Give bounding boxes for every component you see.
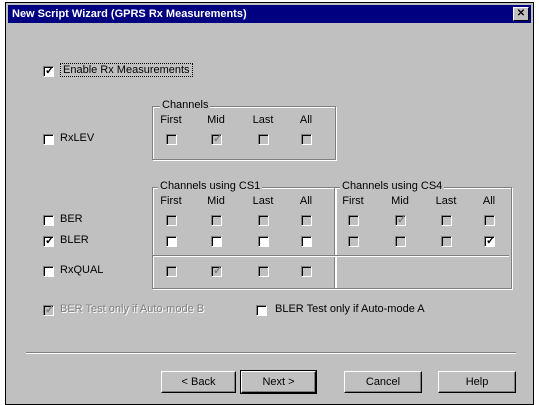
- dialog-title: New Script Wizard (GPRS Rx Measurements): [12, 8, 247, 20]
- close-icon[interactable]: ✕: [513, 7, 529, 21]
- col-first: First: [160, 114, 182, 126]
- ber-cs4-first-checkbox[interactable]: [348, 215, 359, 226]
- bler-test-checkbox[interactable]: [256, 305, 267, 316]
- cs1-group-title: Channels using CS1: [158, 180, 263, 192]
- cs1-col-first: First: [160, 195, 182, 207]
- rxqual-first-checkbox[interactable]: [166, 266, 177, 277]
- bler-checkbox[interactable]: ✓: [43, 235, 54, 247]
- bler-cs4-last-checkbox[interactable]: [441, 236, 452, 247]
- rxlev-label: RxLEV: [60, 132, 95, 144]
- help-button[interactable]: Help: [438, 371, 516, 393]
- ber-cs4-all-checkbox[interactable]: [484, 215, 495, 226]
- bler-label: BLER: [60, 234, 89, 246]
- bler-test-label: BLER Test only if Auto-mode A: [275, 303, 425, 315]
- cs4-group-title: Channels using CS4: [340, 180, 445, 192]
- cs4-col-first: First: [342, 195, 364, 207]
- enable-rx-checkbox[interactable]: ✓: [43, 65, 54, 77]
- bler-cs1-all-checkbox[interactable]: [301, 236, 312, 247]
- cs1-col-mid: Mid: [207, 195, 225, 207]
- button-separator: [26, 352, 516, 354]
- ber-cs1-first-checkbox[interactable]: [166, 215, 177, 226]
- cs4-col-mid: Mid: [391, 195, 409, 207]
- bler-cs4-all-checkbox[interactable]: ✓: [484, 235, 495, 247]
- rxqual-mid-checkbox[interactable]: ✓: [211, 265, 222, 277]
- rxqual-all-checkbox[interactable]: [301, 266, 312, 277]
- cs4-col-all: All: [482, 195, 496, 207]
- bler-cs1-first-checkbox[interactable]: [166, 236, 177, 247]
- rxqual-separator: [153, 255, 509, 257]
- enable-rx-label: Enable Rx Measurements: [60, 63, 193, 77]
- col-mid: Mid: [207, 114, 225, 126]
- rxlev-checkbox[interactable]: [43, 134, 54, 145]
- col-all: All: [299, 114, 313, 126]
- col-last: Last: [252, 114, 274, 126]
- rxlev-last-checkbox[interactable]: [258, 134, 269, 145]
- back-button[interactable]: < Back: [161, 371, 236, 393]
- rxqual-last-checkbox[interactable]: [258, 266, 269, 277]
- cs4-col-last: Last: [435, 195, 457, 207]
- ber-test-checkbox[interactable]: ✓: [43, 304, 54, 316]
- bler-cs4-mid-checkbox[interactable]: [395, 236, 406, 247]
- cancel-button[interactable]: Cancel: [344, 371, 422, 393]
- ber-cs4-mid-checkbox[interactable]: ✓: [395, 214, 406, 226]
- ber-cs4-last-checkbox[interactable]: [441, 215, 452, 226]
- channels-group-title: Channels: [160, 99, 211, 111]
- rxqual-label: RxQUAL: [60, 264, 104, 276]
- rxqual-checkbox[interactable]: [43, 266, 54, 277]
- wizard-dialog: New Script Wizard (GPRS Rx Measurements)…: [5, 2, 534, 405]
- ber-cs1-all-checkbox[interactable]: [301, 215, 312, 226]
- rxlev-first-checkbox[interactable]: [166, 134, 177, 145]
- bler-cs1-last-checkbox[interactable]: [258, 236, 269, 247]
- ber-cs1-mid-checkbox[interactable]: [211, 215, 222, 226]
- cs1-col-last: Last: [252, 195, 274, 207]
- ber-cs1-last-checkbox[interactable]: [258, 215, 269, 226]
- ber-test-label: BER Test only if Auto-mode B: [60, 303, 205, 315]
- ber-checkbox[interactable]: [43, 215, 54, 226]
- title-bar: New Script Wizard (GPRS Rx Measurements)…: [8, 5, 531, 23]
- rxlev-all-checkbox[interactable]: [301, 134, 312, 145]
- bler-cs4-first-checkbox[interactable]: [348, 236, 359, 247]
- ber-label: BER: [60, 213, 83, 225]
- next-button[interactable]: Next >: [240, 370, 317, 394]
- cs1-col-all: All: [299, 195, 313, 207]
- bler-cs1-mid-checkbox[interactable]: [211, 236, 222, 247]
- rxlev-mid-checkbox[interactable]: ✓: [211, 133, 222, 145]
